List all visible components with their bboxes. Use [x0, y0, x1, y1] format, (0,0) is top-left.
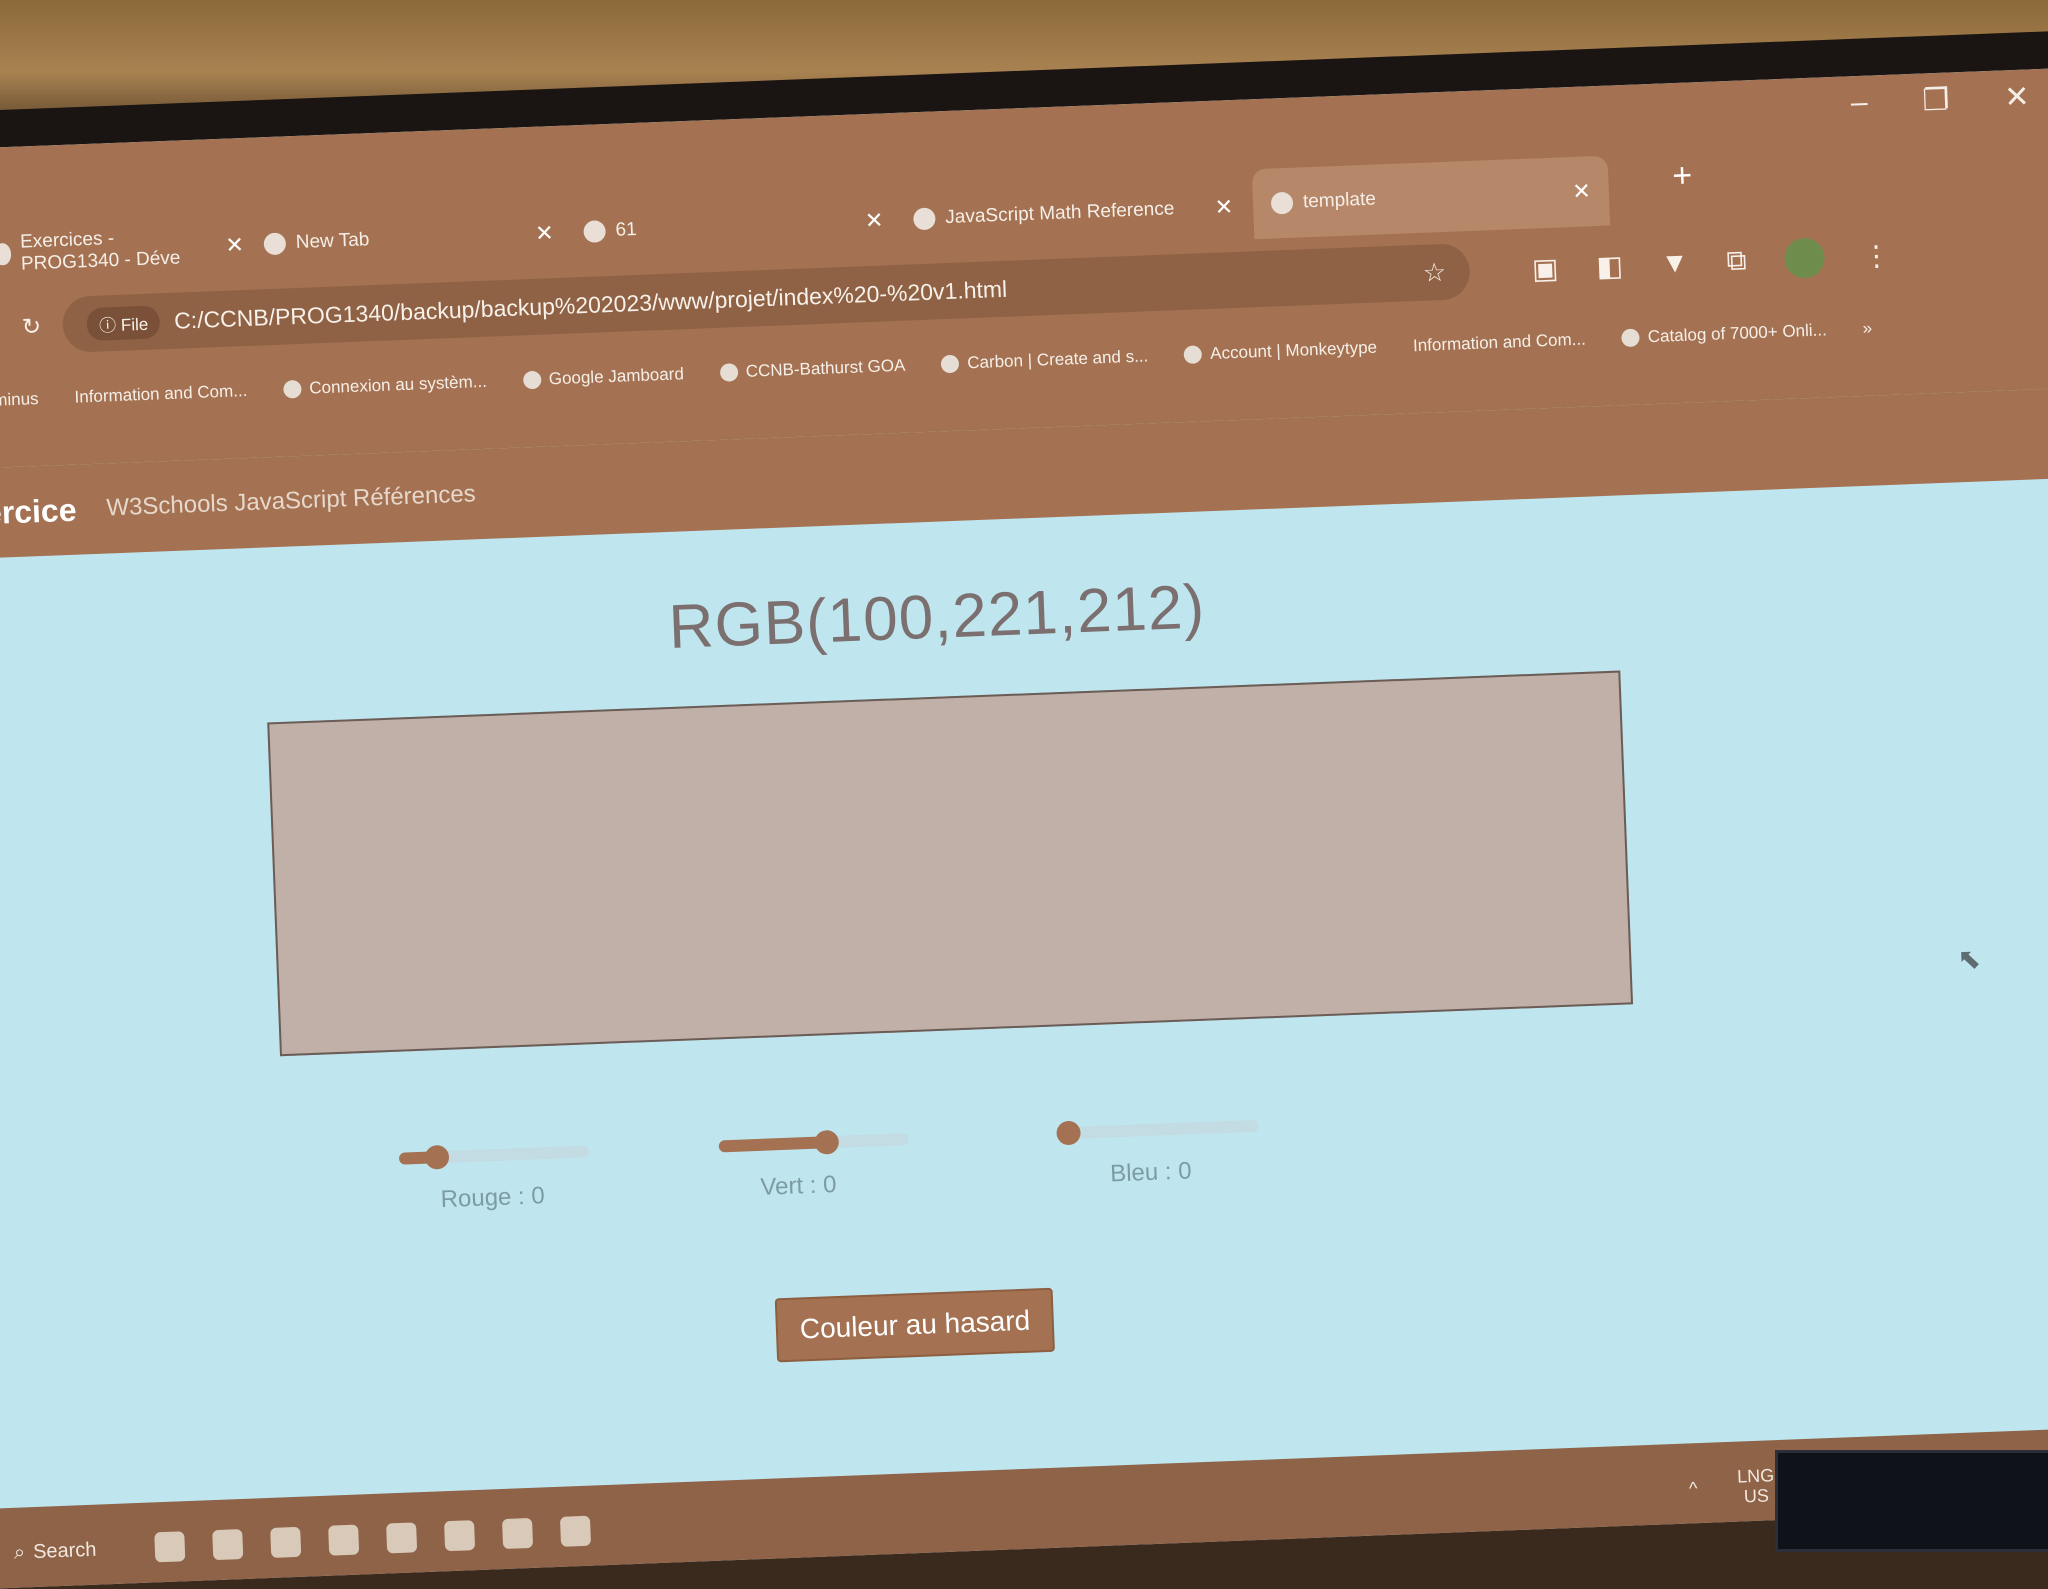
extension-icon[interactable]: ◧ [1596, 249, 1624, 283]
taskbar-search[interactable]: ⌕ Search [13, 1538, 96, 1564]
slider-track[interactable] [1068, 1120, 1258, 1139]
minimize-icon[interactable]: – [1850, 86, 1869, 147]
more-bookmarks-icon[interactable]: » [1862, 319, 1872, 339]
profile-avatar[interactable] [1784, 237, 1826, 279]
new-tab-button[interactable]: + [1672, 156, 1693, 196]
reload-icon[interactable]: ↻ [21, 312, 41, 340]
slider-fill [719, 1136, 828, 1152]
vscode-icon[interactable] [386, 1522, 417, 1553]
navbar-brand[interactable]: ercice [0, 491, 77, 532]
restore-icon[interactable]: ❐ [1922, 82, 1951, 143]
lang-code: LNG [1737, 1465, 1775, 1486]
close-tab-icon[interactable]: ✕ [864, 207, 883, 234]
file-chip-label: File [121, 314, 149, 334]
laptop-screen-corner [1775, 1450, 2048, 1552]
close-window-icon[interactable]: ✕ [2004, 79, 2031, 140]
close-tab-icon[interactable]: ✕ [535, 220, 554, 247]
bookmark-label: Connexion au systèm... [309, 372, 487, 399]
file-chip[interactable]: ⓘ File [86, 305, 160, 341]
bookmark-label: Catalog of 7000+ Onli... [1647, 320, 1827, 347]
jamboard-icon [522, 371, 541, 390]
chrome-icon[interactable] [270, 1527, 301, 1558]
green-slider-label: Vert : 0 [760, 1171, 837, 1202]
slider-thumb[interactable] [1056, 1121, 1081, 1146]
teams-icon[interactable] [328, 1525, 359, 1556]
bookmark-item[interactable]: Catalog of 7000+ Onli... [1621, 320, 1827, 348]
extension-icon[interactable]: ▣ [1531, 251, 1559, 285]
outlook-icon[interactable] [212, 1529, 243, 1560]
chevron-up-icon[interactable]: ^ [1689, 1478, 1698, 1498]
bookmark-label: Information and Com... [74, 381, 248, 408]
language-indicator[interactable]: LNG US [1737, 1465, 1776, 1506]
bookmark-label: Information and Com... [1413, 330, 1587, 357]
chrome-icon [263, 232, 286, 255]
w3schools-icon [913, 207, 936, 230]
bookmark-item[interactable]: Carbon | Create and s... [941, 346, 1149, 374]
bookmark-item[interactable]: Connexion au systèm... [283, 372, 487, 400]
green-slider[interactable]: Vert : 0 [718, 1123, 921, 1201]
rgb-value-heading: RGB(100,221,212) [668, 571, 1207, 663]
tab-exercices[interactable]: Exercices - PROG1340 - Déve ✕ [0, 218, 245, 282]
slider-thumb[interactable] [425, 1145, 450, 1170]
tab-title: Exercices - PROG1340 - Déve [20, 224, 217, 275]
globe-icon [719, 363, 738, 382]
bookmark-star-icon[interactable]: ☆ [1422, 256, 1446, 288]
tab-title: 61 [615, 219, 637, 242]
bookmark-label: CCNB-Bathurst GOA [745, 356, 905, 382]
close-tab-icon[interactable]: ✕ [1572, 178, 1591, 205]
globe-icon [583, 220, 606, 243]
blue-slider[interactable]: Bleu : 0 [1068, 1109, 1271, 1187]
color-preview-box [267, 670, 1633, 1056]
bookmark-item[interactable]: Google Jamboard [522, 364, 684, 390]
red-slider-label: Rouge : 0 [440, 1182, 545, 1214]
tab-title: template [1303, 189, 1377, 214]
random-color-button[interactable]: Couleur au hasard [775, 1288, 1056, 1363]
mouse-cursor-icon: ⬉ [1957, 942, 1982, 976]
puzzle-icon[interactable]: ⧉ [1726, 244, 1747, 278]
window-controls: – ❐ ✕ [1850, 67, 2048, 146]
bookmark-item[interactable]: Information and Com... [1413, 330, 1587, 357]
file-explorer-icon[interactable] [154, 1531, 185, 1562]
red-slider[interactable]: Rouge : 0 [398, 1135, 601, 1213]
search-icon: ⌕ [13, 1541, 25, 1564]
tab-js-math-reference[interactable]: JavaScript Math Reference ✕ [912, 180, 1234, 246]
tab-61[interactable]: 61 ✕ [583, 193, 885, 258]
carbon-icon [941, 355, 960, 374]
vimium-icon[interactable]: ▼ [1660, 247, 1689, 280]
bookmark-label: Terminus [0, 389, 39, 412]
nav-link-w3schools[interactable]: W3Schools JavaScript Références [106, 480, 476, 522]
bookmark-item[interactable]: CCNB-Bathurst GOA [719, 356, 905, 383]
globe-icon [283, 380, 302, 399]
tab-title: JavaScript Math Reference [945, 198, 1175, 229]
bookmark-label: Google Jamboard [548, 364, 684, 389]
slider-thumb[interactable] [815, 1130, 840, 1155]
d2l-icon [0, 243, 11, 266]
bookmark-item[interactable]: Account | Monkeytype [1184, 338, 1378, 365]
bookmark-label: Account | Monkeytype [1210, 338, 1378, 364]
taskbar-search-label: Search [33, 1538, 97, 1563]
word-icon[interactable] [560, 1516, 591, 1547]
globe-icon [1271, 192, 1294, 215]
region-code: US [1743, 1485, 1769, 1506]
extensions-area: ▣ ◧ ▼ ⧉ ⋮ [1531, 235, 1891, 289]
close-tab-icon[interactable]: ✕ [225, 232, 244, 259]
os-taskbar: ⌕ Search ^ LNG US ◠ 🔈 [0, 1425, 2048, 1589]
bookmark-item[interactable]: Information and Com... [74, 381, 248, 408]
menu-kebab-icon[interactable]: ⋮ [1862, 238, 1891, 272]
bookmark-label: Carbon | Create and s... [967, 346, 1149, 373]
bookmark-item[interactable]: Terminus [0, 389, 39, 412]
catalog-icon [1621, 329, 1640, 348]
tab-new-tab[interactable]: New Tab ✕ [263, 206, 555, 271]
tab-title: New Tab [295, 229, 369, 254]
monkeytype-icon [1184, 345, 1203, 364]
projected-screen: – ❐ ✕ Exercices - PROG1340 - Déve ✕ New … [0, 67, 2048, 1589]
chrome-icon[interactable] [502, 1518, 533, 1549]
close-tab-icon[interactable]: ✕ [1214, 194, 1233, 221]
blue-slider-label: Bleu : 0 [1110, 1157, 1192, 1188]
folder-icon[interactable] [444, 1520, 475, 1551]
